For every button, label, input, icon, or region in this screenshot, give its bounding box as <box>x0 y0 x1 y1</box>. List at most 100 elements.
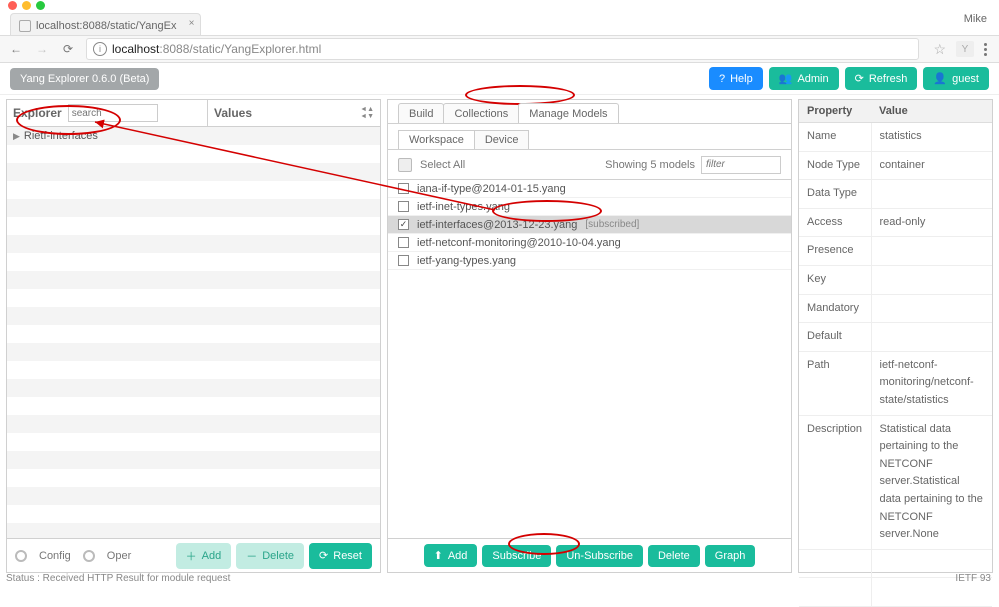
subscribe-button[interactable]: Subscribe <box>482 545 551 567</box>
property-key: Mandatory <box>799 294 871 323</box>
tab-close-icon[interactable]: × <box>189 18 195 29</box>
property-value: Statistical data pertaining to the NETCO… <box>871 415 992 549</box>
subtab-workspace[interactable]: Workspace <box>398 130 475 149</box>
url-host: localhost <box>112 42 159 56</box>
extension-icon[interactable]: Y <box>956 41 974 57</box>
select-all-checkbox[interactable] <box>398 158 412 172</box>
window-max-dot[interactable] <box>36 1 45 10</box>
explorer-panel: Explorer Values ◄▲◄▼ ▶Rietf-interfaces C… <box>6 99 381 573</box>
property-row: Key <box>799 265 992 294</box>
model-row[interactable]: ietf-yang-types.yang <box>388 252 791 270</box>
site-info-icon[interactable]: i <box>93 42 107 56</box>
guest-button[interactable]: 👤 guest <box>923 67 989 90</box>
model-checkbox[interactable] <box>398 237 409 248</box>
url-field[interactable]: i localhost:8088/static/YangExplorer.htm… <box>86 38 919 60</box>
model-checkbox[interactable] <box>398 201 409 212</box>
browser-tab[interactable]: localhost:8088/static/YangEx × <box>10 13 201 35</box>
model-row[interactable]: ietf-netconf-monitoring@2010-10-04.yang <box>388 234 791 252</box>
status-bar: Status : Received HTTP Result for module… <box>6 573 230 584</box>
model-filter-input[interactable] <box>701 156 781 174</box>
models-delete-label: Delete <box>658 550 690 562</box>
expand-icon[interactable]: ▶ <box>13 131 20 142</box>
back-icon[interactable]: ← <box>8 41 24 57</box>
explorer-search-input[interactable] <box>68 104 158 122</box>
browser-addressbar: ← → ⟳ i localhost:8088/static/YangExplor… <box>0 35 999 63</box>
property-row: Namestatistics <box>799 123 992 152</box>
property-key: Default <box>799 323 871 352</box>
url-port: :8088 <box>159 42 189 56</box>
window-traffic-lights <box>0 0 999 11</box>
config-radio[interactable] <box>15 550 27 562</box>
subtab-device[interactable]: Device <box>474 130 530 149</box>
model-name: ietf-yang-types.yang <box>417 255 516 267</box>
admin-icon: 👥 <box>779 72 793 85</box>
model-row[interactable]: iana-if-type@2014-01-15.yang <box>388 180 791 198</box>
property-value <box>871 180 992 209</box>
guest-label: guest <box>952 73 979 85</box>
admin-label: Admin <box>797 73 828 85</box>
sub-tabs: WorkspaceDevice <box>388 124 791 150</box>
property-key: Access <box>799 208 871 237</box>
unsubscribe-label: Un-Subscribe <box>566 550 633 562</box>
property-key: Key <box>799 265 871 294</box>
help-label: Help <box>730 73 753 85</box>
bookmark-icon[interactable]: ☆ <box>933 41 946 58</box>
main-tabs: BuildCollectionsManage Models <box>388 100 791 124</box>
model-name: ietf-interfaces@2013-12-23.yang <box>417 219 577 231</box>
model-row[interactable]: ✓ietf-interfaces@2013-12-23.yang[subscri… <box>388 216 791 234</box>
model-checkbox[interactable] <box>398 183 409 194</box>
footer-right: IETF 93 <box>955 573 991 584</box>
property-row: Pathietf-netconf-monitoring/netconf-stat… <box>799 351 992 415</box>
admin-button[interactable]: 👥 Admin <box>769 67 839 90</box>
window-close-dot[interactable] <box>8 1 17 10</box>
explorer-tree[interactable]: ▶ Rietf-interfaces <box>7 127 380 538</box>
user-icon: 👤 <box>933 72 947 85</box>
property-value: ietf-netconf-monitoring/netconf-state/st… <box>871 351 992 415</box>
tab-collections[interactable]: Collections <box>443 103 519 123</box>
window-min-dot[interactable] <box>22 1 31 10</box>
explorer-add-button[interactable]: ＋Add <box>176 543 232 569</box>
graph-label: Graph <box>715 550 746 562</box>
tab-title: localhost:8088/static/YangEx <box>36 20 176 32</box>
property-row: DescriptionStatistical data pertaining t… <box>799 415 992 549</box>
help-button[interactable]: ? Help <box>709 67 763 90</box>
explorer-delete-button[interactable]: －Delete <box>236 543 304 569</box>
property-row: Presence <box>799 237 992 266</box>
subscribe-label: Subscribe <box>492 550 541 562</box>
select-all-label: Select All <box>420 159 465 171</box>
center-panel: BuildCollectionsManage Models WorkspaceD… <box>387 99 792 573</box>
property-key: Description <box>799 415 871 549</box>
column-resize-icon[interactable]: ◄▲◄▼ <box>360 106 374 120</box>
property-row: Accessread-only <box>799 208 992 237</box>
property-key: Presence <box>799 237 871 266</box>
models-add-button[interactable]: ⬆Add <box>424 544 478 567</box>
tree-item[interactable]: ▶ Rietf-interfaces <box>7 127 380 145</box>
browser-user-label: Mike <box>964 13 987 25</box>
explorer-reset-button[interactable]: ⟳Reset <box>309 543 372 569</box>
app-title-badge: Yang Explorer 0.6.0 (Beta) <box>10 68 159 90</box>
property-row: Node Typecontainer <box>799 151 992 180</box>
property-key: Name <box>799 123 871 152</box>
tab-build[interactable]: Build <box>398 103 444 123</box>
values-title: Values <box>214 106 252 120</box>
forward-icon[interactable]: → <box>34 41 50 57</box>
refresh-button[interactable]: ⟳Refresh <box>845 67 918 90</box>
graph-button[interactable]: Graph <box>705 545 756 567</box>
oper-radio[interactable] <box>83 550 95 562</box>
model-checkbox[interactable]: ✓ <box>398 219 409 230</box>
reload-icon[interactable]: ⟳ <box>60 41 76 57</box>
models-delete-button[interactable]: Delete <box>648 545 700 567</box>
tree-item-label: Rietf-interfaces <box>24 130 98 142</box>
refresh-icon: ⟳ <box>855 72 864 85</box>
property-value <box>871 237 992 266</box>
model-name: ietf-inet-types.yang <box>417 201 510 213</box>
model-checkbox[interactable] <box>398 255 409 266</box>
model-row[interactable]: ietf-inet-types.yang <box>388 198 791 216</box>
model-name: ietf-netconf-monitoring@2010-10-04.yang <box>417 237 621 249</box>
unsubscribe-button[interactable]: Un-Subscribe <box>556 545 643 567</box>
property-panel: Property Value NamestatisticsNode Typeco… <box>798 99 993 573</box>
tab-manage-models[interactable]: Manage Models <box>518 103 618 123</box>
help-icon: ? <box>719 73 725 85</box>
browser-tabbar: localhost:8088/static/YangEx × Mike <box>0 11 999 35</box>
browser-menu-icon[interactable] <box>984 43 987 56</box>
